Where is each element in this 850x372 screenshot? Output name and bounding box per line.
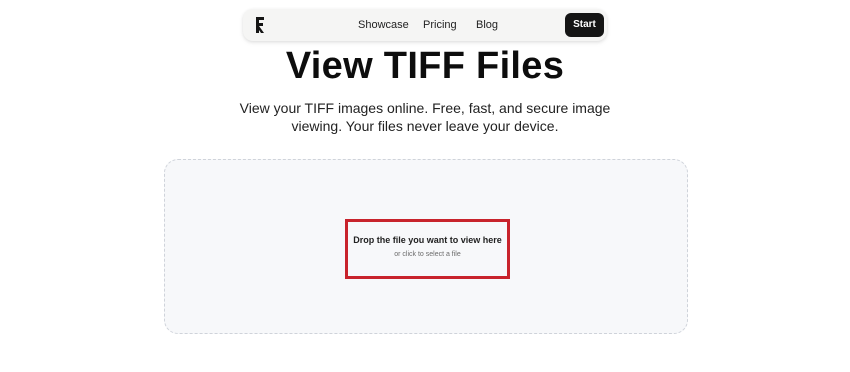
nav-link-blog[interactable]: Blog — [476, 18, 498, 32]
top-navbar: Showcase Pricing Blog Start — [243, 9, 607, 41]
dropzone-primary-text[interactable]: Drop the file you want to view here — [345, 234, 510, 246]
highlight-box — [345, 219, 510, 279]
dropzone-secondary-text[interactable]: or click to select a file — [345, 250, 510, 260]
nav-link-showcase[interactable]: Showcase — [358, 18, 409, 32]
f-logo-icon[interactable] — [254, 16, 266, 34]
page-subtitle: View your TIFF images online. Free, fast… — [239, 100, 611, 134]
nav-link-pricing[interactable]: Pricing — [423, 18, 457, 32]
page: Showcase Pricing Blog Start View TIFF Fi… — [0, 0, 850, 372]
start-button[interactable]: Start — [565, 13, 604, 37]
page-title: View TIFF Files — [285, 45, 565, 87]
